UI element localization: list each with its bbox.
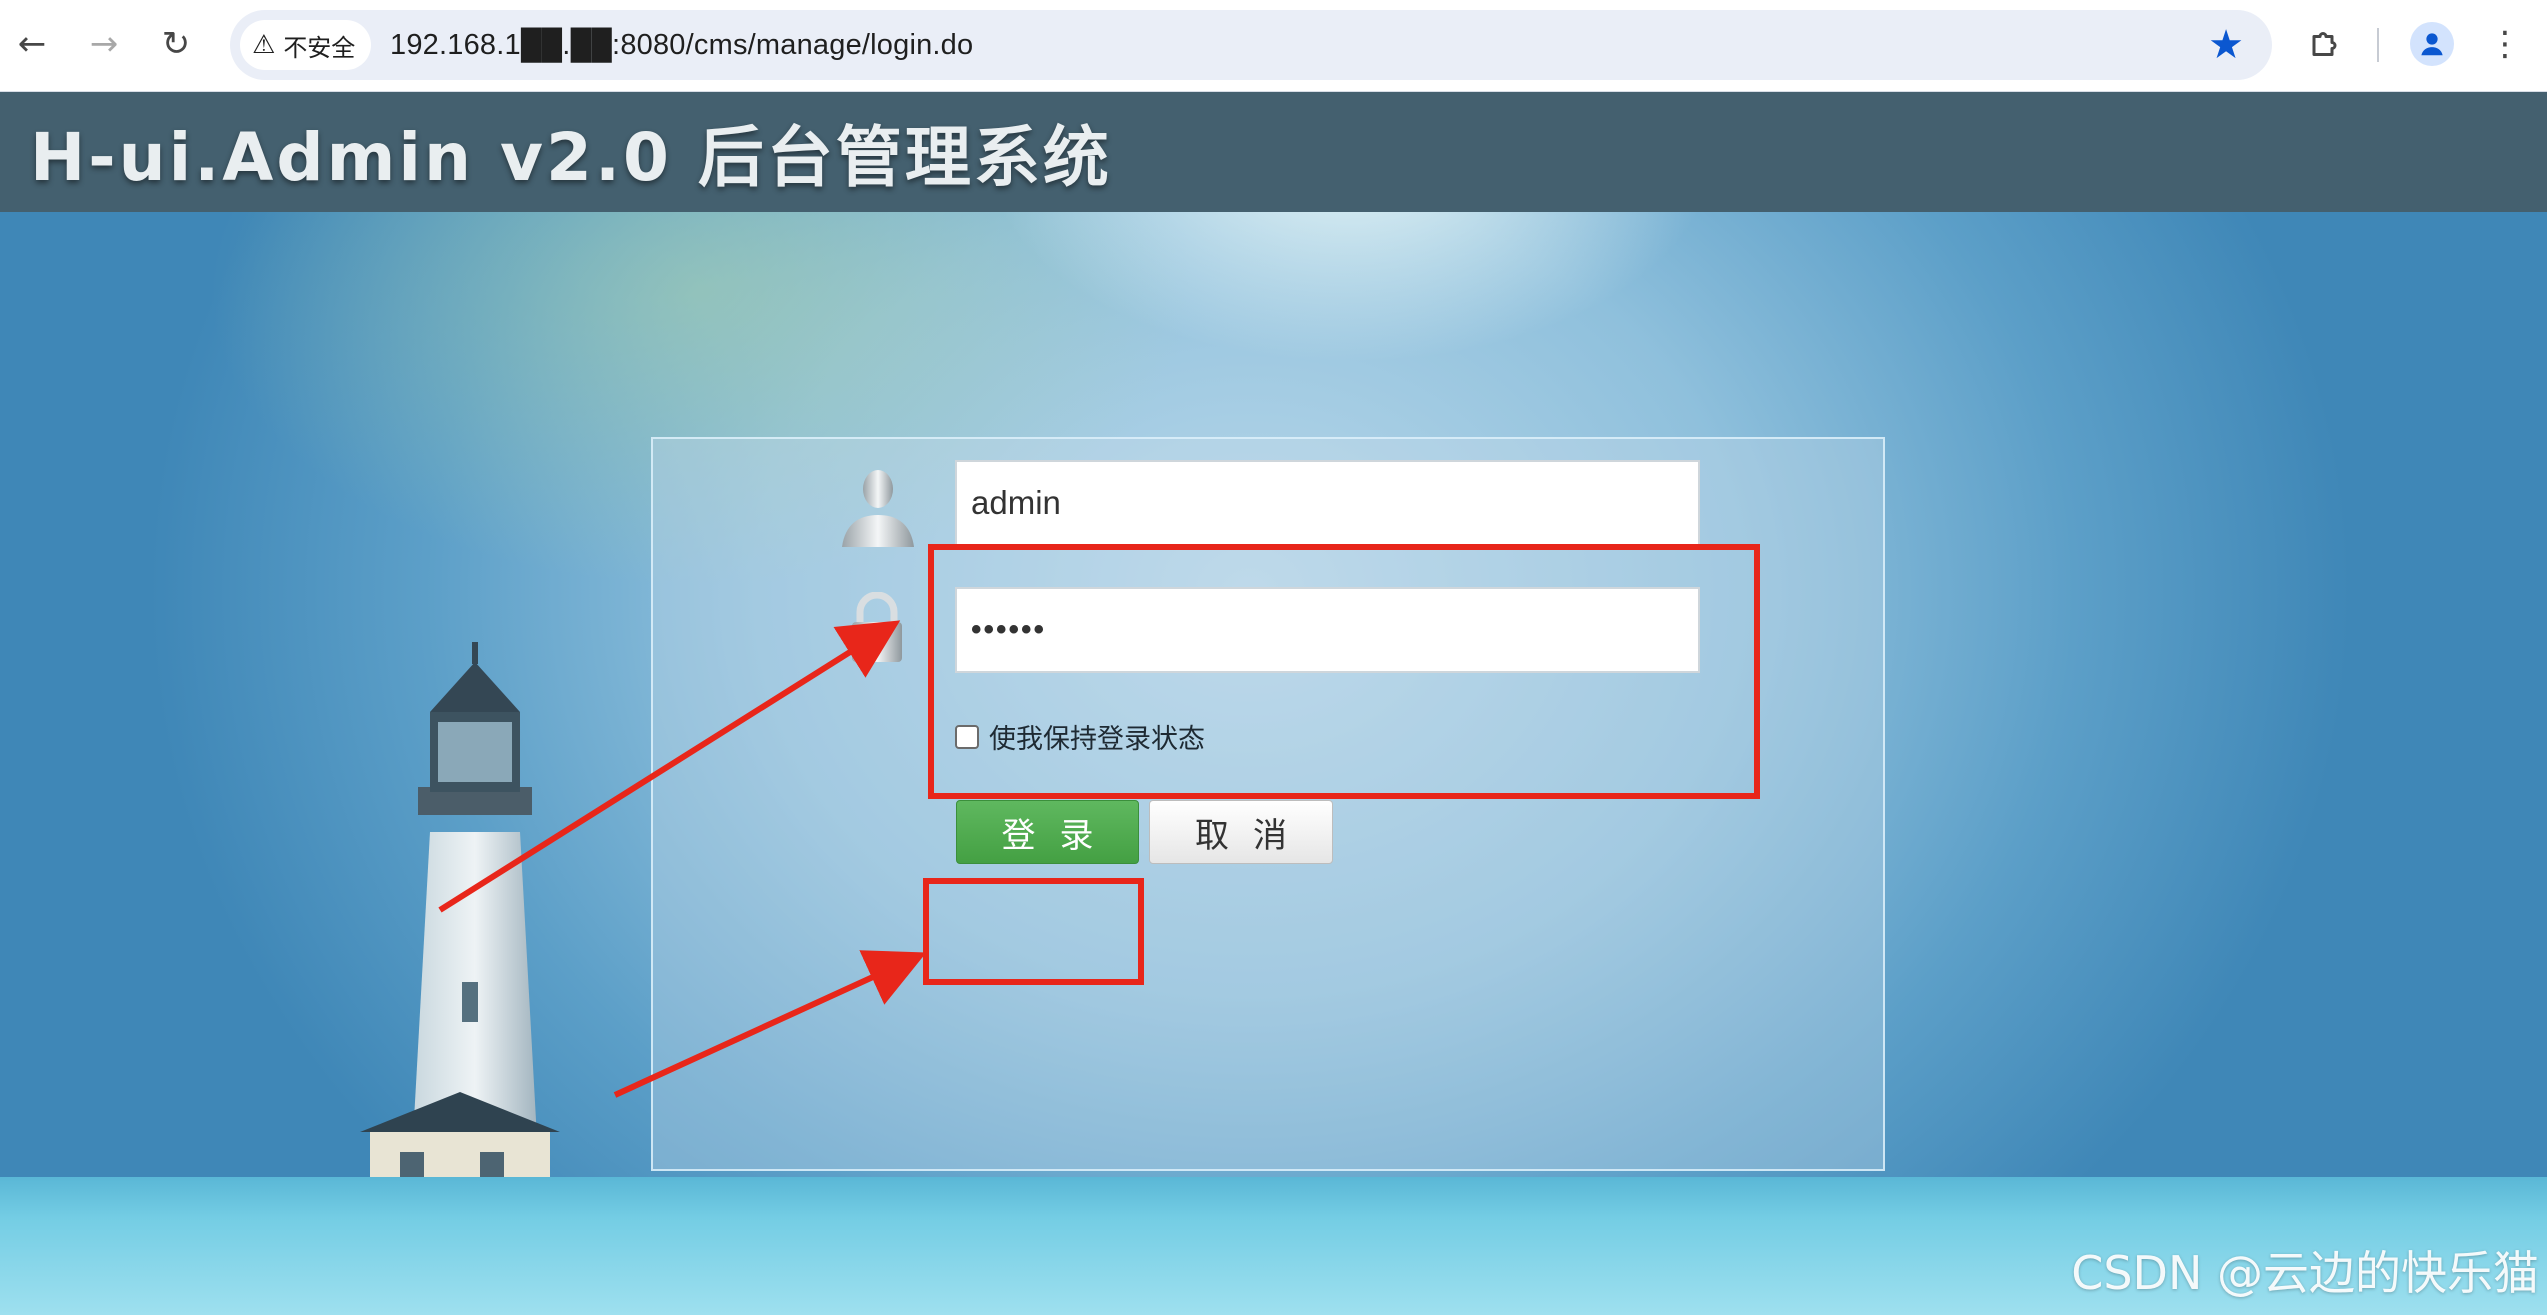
- security-chip[interactable]: ⚠ 不安全: [240, 20, 372, 70]
- toolbar-divider: [2377, 28, 2379, 62]
- url-text[interactable]: 192.168.1██.██:8080/cms/manage/login.do: [390, 10, 973, 80]
- username-input[interactable]: admin: [955, 460, 1700, 546]
- more-menu-icon[interactable]: ⋮: [2485, 20, 2525, 68]
- back-icon[interactable]: ←: [8, 20, 56, 68]
- warning-icon: ⚠: [252, 30, 276, 60]
- address-bar[interactable]: ⚠ 不安全 192.168.1██.██:8080/cms/manage/log…: [230, 10, 2272, 80]
- csdn-watermark: CSDN @云边的快乐猫: [2071, 1246, 2539, 1300]
- user-icon: [842, 470, 914, 547]
- profile-icon[interactable]: [2410, 22, 2454, 66]
- cancel-button[interactable]: 取消: [1149, 800, 1333, 864]
- highlight-box-credentials: [928, 544, 1760, 799]
- app-title: H-ui.Admin v2.0 后台管理系统: [30, 119, 1112, 196]
- highlight-box-login: [923, 878, 1144, 985]
- login-button[interactable]: 登录: [956, 800, 1139, 864]
- forward-icon[interactable]: →: [80, 20, 128, 68]
- browser-toolbar: ← → ↻ ⚠ 不安全 192.168.1██.██:8080/cms/mana…: [0, 0, 2547, 92]
- app-header: H-ui.Admin v2.0 后台管理系统: [0, 92, 2547, 212]
- lock-icon: [852, 592, 902, 662]
- reload-icon[interactable]: ↻: [152, 20, 200, 68]
- security-label: 不安全: [283, 34, 356, 62]
- extensions-icon[interactable]: [2302, 20, 2350, 68]
- bookmark-star-icon[interactable]: ★: [2208, 20, 2244, 70]
